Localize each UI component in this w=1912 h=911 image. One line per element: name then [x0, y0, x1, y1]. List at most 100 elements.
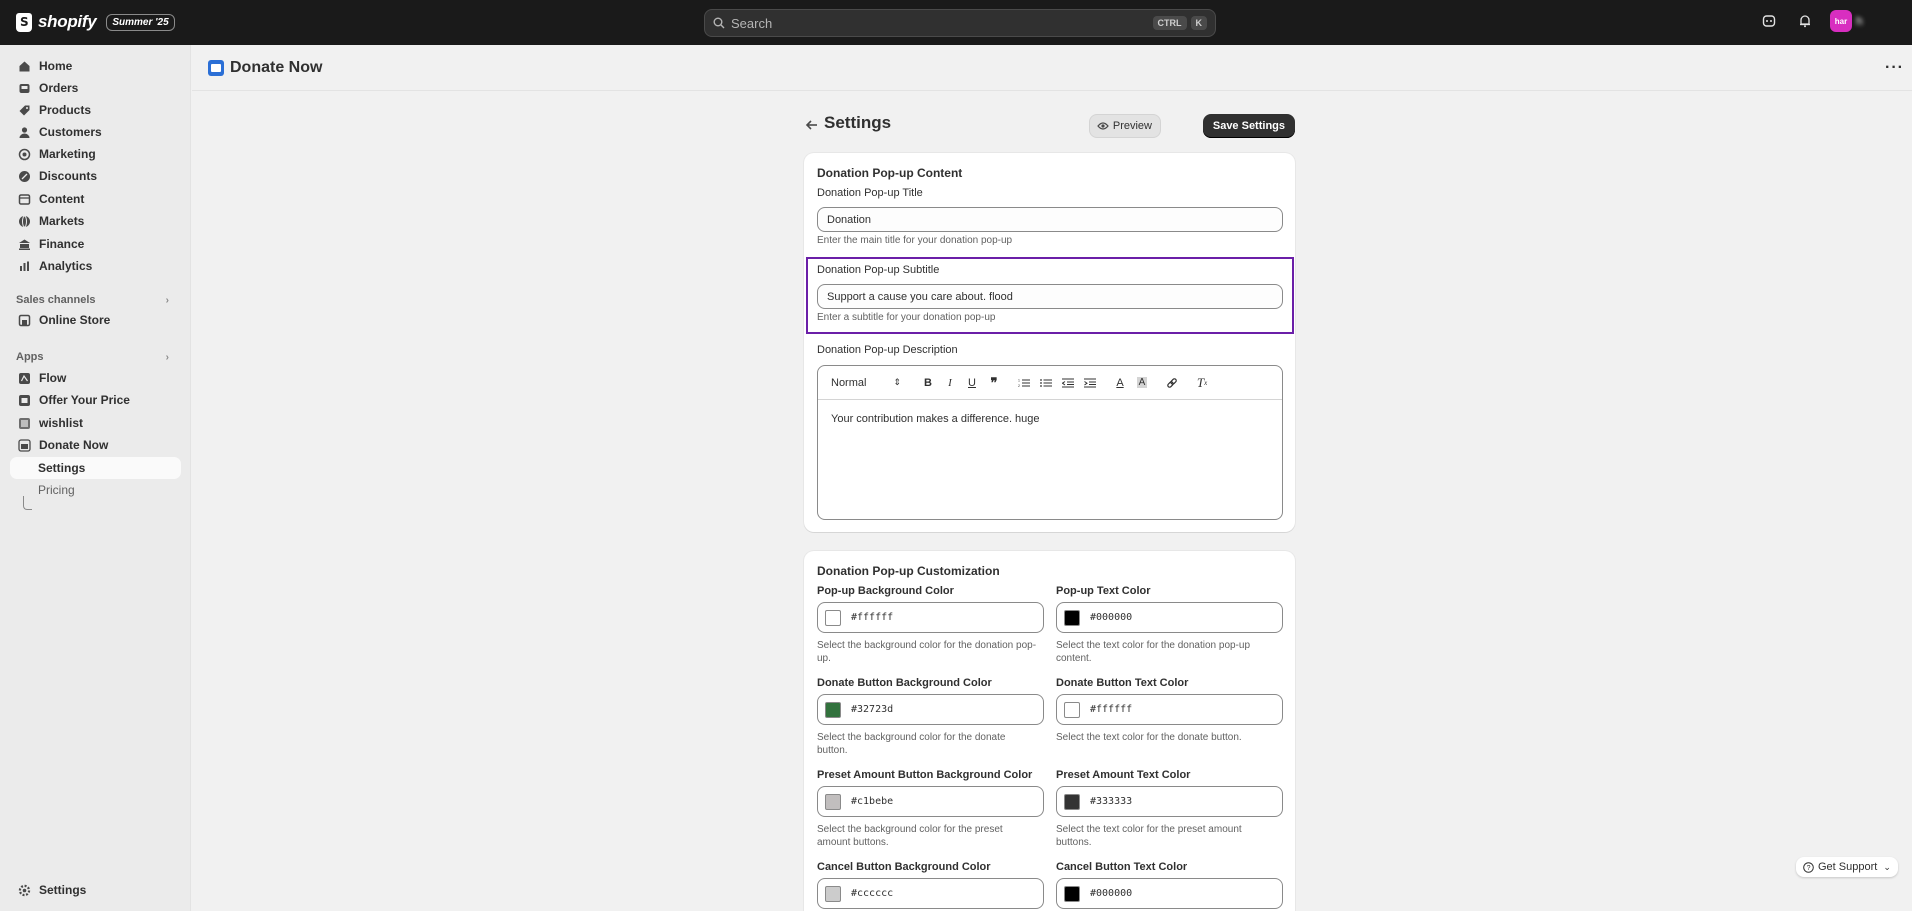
page-header: Settings Preview Save Settings	[804, 111, 1295, 141]
sidebar-item-online-store[interactable]: Online Store	[10, 309, 181, 331]
sidebar-item-offer-your-price[interactable]: Offer Your Price	[10, 389, 181, 411]
sidebar-item-orders[interactable]: Orders	[10, 77, 181, 99]
bold-icon[interactable]: B	[917, 374, 939, 392]
color-swatch[interactable]	[825, 701, 841, 718]
sidebar-subitem-pricing[interactable]: Pricing	[10, 479, 181, 501]
popup-bg-color-input[interactable]: #ffffff	[817, 602, 1044, 633]
shopify-logo[interactable]: shopify Summer '25	[16, 12, 175, 32]
highlight-color-icon[interactable]: A	[1131, 374, 1153, 392]
color-swatch[interactable]	[825, 885, 841, 902]
cancel-btn-bg-color-input[interactable]: #cccccc	[817, 878, 1044, 909]
sidebar-item-label: Finance	[39, 237, 85, 251]
sidebar-item-content[interactable]: Content	[10, 188, 181, 210]
outdent-icon[interactable]	[1057, 374, 1079, 392]
donate-btn-text-color-label: Donate Button Text Color	[1056, 677, 1189, 689]
link-icon[interactable]	[1161, 374, 1183, 392]
sidebar-item-analytics[interactable]: Analytics	[10, 255, 181, 277]
shortcut-k: K	[1190, 16, 1207, 30]
search-bar[interactable]: Search CTRL K	[704, 9, 1216, 37]
sidebar-item-finance[interactable]: Finance	[10, 233, 181, 255]
popup-text-color-input[interactable]: #000000	[1056, 602, 1283, 633]
sidebar-item-marketing[interactable]: Marketing	[10, 143, 181, 165]
clear-formatting-icon[interactable]: Tx	[1191, 374, 1213, 392]
text-format-select[interactable]: Normal ⇕	[831, 377, 901, 389]
preview-button[interactable]: Preview	[1088, 114, 1161, 138]
color-value: #000000	[1090, 612, 1133, 623]
color-swatch[interactable]	[825, 793, 841, 810]
popup-description-label: Donation Pop-up Description	[817, 344, 958, 356]
sidebar-item-label: Products	[39, 103, 92, 117]
blockquote-icon[interactable]: ❞	[983, 374, 1005, 392]
donate-btn-text-color-input[interactable]: #ffffff	[1056, 694, 1283, 725]
apps-header[interactable]: Apps ›	[16, 351, 169, 363]
save-settings-button[interactable]: Save Settings	[1202, 114, 1295, 138]
sidebar-item-flow[interactable]: Flow	[10, 367, 181, 389]
color-swatch[interactable]	[1064, 793, 1080, 810]
notifications-bell-icon[interactable]	[1794, 10, 1816, 32]
color-swatch[interactable]	[1064, 885, 1080, 902]
donate-btn-bg-color-input[interactable]: #32723d	[817, 694, 1044, 725]
sidebar-item-markets[interactable]: Markets	[10, 210, 181, 232]
app-title-text: Donate Now	[230, 59, 323, 76]
more-actions-icon[interactable]: ···	[1885, 59, 1904, 77]
indent-icon[interactable]	[1079, 374, 1101, 392]
popup-title-input[interactable]: Donation	[817, 207, 1283, 232]
sidebar-item-label: Pricing	[38, 483, 75, 497]
chevron-right-icon: ›	[165, 294, 169, 306]
sidebar-item-label: Home	[39, 59, 73, 73]
color-swatch[interactable]	[1064, 701, 1080, 718]
sidebar-item-discounts[interactable]: Discounts	[10, 165, 181, 187]
donate-btn-bg-color-label: Donate Button Background Color	[817, 677, 992, 689]
italic-icon[interactable]: I	[939, 374, 961, 392]
color-value: #ffffff	[851, 612, 894, 623]
target-icon	[18, 148, 31, 161]
underline-icon[interactable]: U	[961, 374, 983, 392]
sales-channels-header[interactable]: Sales channels ›	[16, 294, 169, 306]
shopify-bag-icon	[16, 12, 32, 32]
svg-text:1: 1	[1018, 378, 1020, 382]
app-title: Donate Now	[208, 59, 322, 77]
bank-icon	[18, 238, 31, 251]
flow-icon	[18, 372, 31, 385]
sidebar-item-products[interactable]: Products	[10, 99, 181, 121]
color-swatch[interactable]	[825, 609, 841, 626]
text-color-icon[interactable]: A	[1109, 374, 1131, 392]
get-support-button[interactable]: ? Get Support ⌄	[1796, 857, 1898, 877]
color-swatch[interactable]	[1064, 609, 1080, 626]
tag-icon	[18, 104, 31, 117]
donate-now-app-icon	[208, 60, 224, 76]
sidebar-item-home[interactable]: Home	[10, 55, 181, 77]
main-content: Donate Now ··· Settings Preview Save Set…	[192, 45, 1912, 911]
svg-text:2: 2	[1018, 384, 1020, 388]
inbox-icon	[18, 82, 31, 95]
cancel-btn-text-color-input[interactable]: #000000	[1056, 878, 1283, 909]
input-value: Support a cause you care about. flood	[827, 290, 1013, 303]
ordered-list-icon[interactable]: 12	[1013, 374, 1035, 392]
sidebar-item-label: wishlist	[39, 416, 84, 430]
account-menu[interactable]: har h	[1830, 10, 1912, 32]
sidebar-item-donate-now[interactable]: Donate Now	[10, 434, 181, 456]
sidekick-icon[interactable]	[1758, 10, 1780, 32]
popup-subtitle-input[interactable]: Support a cause you care about. flood	[817, 284, 1283, 309]
eye-icon	[1097, 122, 1109, 130]
preset-text-color-input[interactable]: #333333	[1056, 786, 1283, 817]
help-circle-icon: ?	[1803, 861, 1814, 873]
sidebar-item-wishlist[interactable]: wishlist	[10, 412, 181, 434]
offer-icon	[18, 394, 31, 407]
avatar: har	[1830, 10, 1852, 32]
sidebar-item-label: Customers	[39, 125, 102, 139]
card-title: Donation Pop-up Customization	[817, 564, 1000, 578]
page-title: Settings	[824, 113, 892, 132]
back-arrow-icon[interactable]	[804, 117, 820, 133]
sidebar-item-settings[interactable]: Settings	[10, 879, 181, 901]
popup-title-label: Donation Pop-up Title	[817, 187, 923, 199]
sidebar-item-customers[interactable]: Customers	[10, 121, 181, 143]
discount-icon	[18, 170, 31, 183]
store-icon	[18, 314, 31, 327]
sidebar-subitem-settings[interactable]: Settings	[10, 457, 181, 479]
color-value: #333333	[1090, 796, 1133, 807]
preset-btn-bg-color-help: Select the background color for the pres…	[817, 824, 1003, 848]
bullet-list-icon[interactable]	[1035, 374, 1057, 392]
description-editor-body[interactable]: Your contribution makes a difference. hu…	[818, 400, 1282, 438]
preset-btn-bg-color-input[interactable]: #c1bebe	[817, 786, 1044, 817]
